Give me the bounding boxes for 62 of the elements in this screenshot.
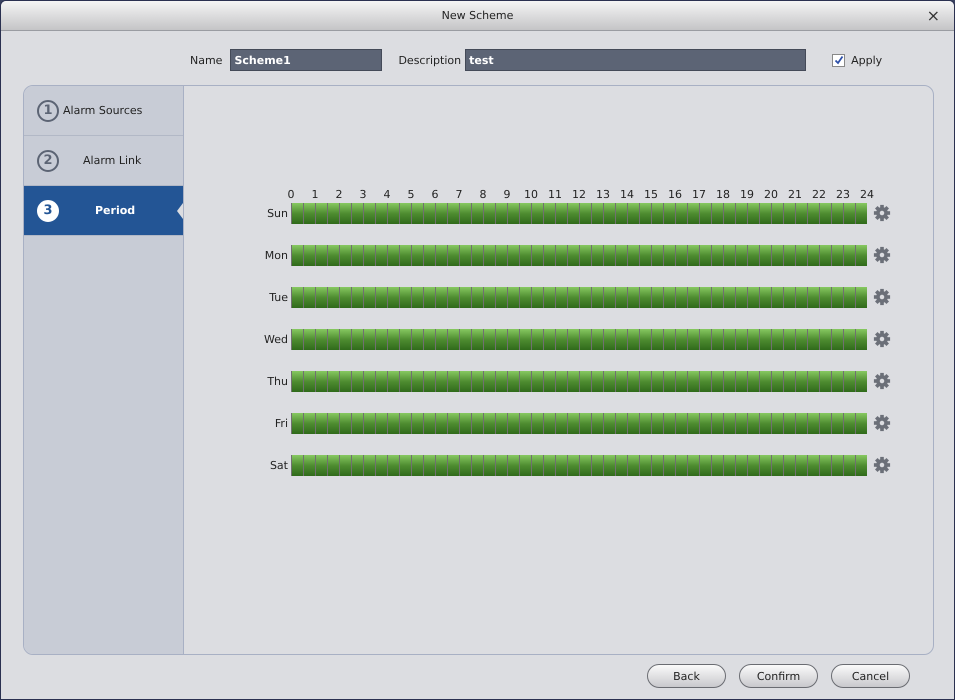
day-label: Fri bbox=[274, 416, 288, 430]
step-number-badge: 3 bbox=[37, 200, 59, 222]
hour-label: 23 bbox=[835, 188, 851, 202]
description-label: Description bbox=[398, 54, 462, 66]
hour-label: 2 bbox=[334, 188, 344, 202]
step-item[interactable]: 1 Alarm Sources bbox=[24, 86, 183, 136]
settings-icon[interactable] bbox=[873, 372, 891, 390]
hour-label: 20 bbox=[763, 188, 779, 202]
settings-icon[interactable] bbox=[873, 288, 891, 306]
dialog-button[interactable]: Confirm bbox=[739, 664, 818, 688]
close-button[interactable]: × bbox=[922, 6, 944, 25]
settings-icon[interactable] bbox=[873, 204, 891, 222]
hour-label: 9 bbox=[502, 188, 512, 202]
step-item[interactable]: 3 Period bbox=[24, 186, 183, 236]
schedule-bar[interactable] bbox=[291, 412, 867, 434]
description-field[interactable]: test bbox=[465, 49, 806, 71]
hour-label: 4 bbox=[382, 188, 392, 202]
window-title: New Scheme bbox=[442, 9, 514, 22]
dialog-button[interactable]: Back bbox=[647, 664, 726, 688]
step-number-badge: 2 bbox=[37, 150, 59, 172]
hour-label: 10 bbox=[523, 188, 539, 202]
hour-label: 6 bbox=[430, 188, 440, 202]
hour-label: 24 bbox=[859, 188, 875, 202]
name-label: Name bbox=[190, 54, 222, 66]
hour-label: 22 bbox=[811, 188, 827, 202]
settings-icon[interactable] bbox=[873, 246, 891, 264]
name-field[interactable]: Scheme1 bbox=[230, 49, 382, 71]
hour-label: 8 bbox=[478, 188, 488, 202]
hour-label: 19 bbox=[739, 188, 755, 202]
day-label: Wed bbox=[263, 332, 288, 346]
schedule-bar[interactable] bbox=[291, 286, 867, 308]
hour-label: 18 bbox=[715, 188, 731, 202]
day-label: Tue bbox=[268, 290, 288, 304]
hour-label: 1 bbox=[310, 188, 320, 202]
schedule-bar[interactable] bbox=[291, 328, 867, 350]
hour-label: 3 bbox=[358, 188, 368, 202]
hour-label: 15 bbox=[643, 188, 659, 202]
day-label: Sat bbox=[268, 458, 288, 472]
apply-label: Apply bbox=[851, 54, 882, 66]
hour-label: 16 bbox=[667, 188, 683, 202]
schedule-bar[interactable] bbox=[291, 202, 867, 224]
hour-label: 17 bbox=[691, 188, 707, 202]
schedule-bar[interactable] bbox=[291, 244, 867, 266]
day-label: Thu bbox=[266, 374, 288, 388]
schedule-bar[interactable] bbox=[291, 370, 867, 392]
hour-label: 12 bbox=[571, 188, 587, 202]
hour-label: 14 bbox=[619, 188, 635, 202]
day-label: Sun bbox=[266, 206, 288, 220]
hour-label: 5 bbox=[406, 188, 416, 202]
apply-checkbox[interactable] bbox=[832, 54, 846, 66]
step-number-badge: 1 bbox=[37, 100, 59, 122]
hour-label: 0 bbox=[286, 188, 296, 202]
schedule-bar[interactable] bbox=[291, 454, 867, 476]
hour-label: 21 bbox=[787, 188, 803, 202]
hour-label: 7 bbox=[454, 188, 464, 202]
day-label: Mon bbox=[264, 248, 288, 262]
dialog-button[interactable]: Cancel bbox=[831, 664, 910, 688]
settings-icon[interactable] bbox=[873, 456, 891, 474]
settings-icon[interactable] bbox=[873, 414, 891, 432]
hour-label: 13 bbox=[595, 188, 611, 202]
hour-label: 11 bbox=[547, 188, 563, 202]
settings-icon[interactable] bbox=[873, 330, 891, 348]
